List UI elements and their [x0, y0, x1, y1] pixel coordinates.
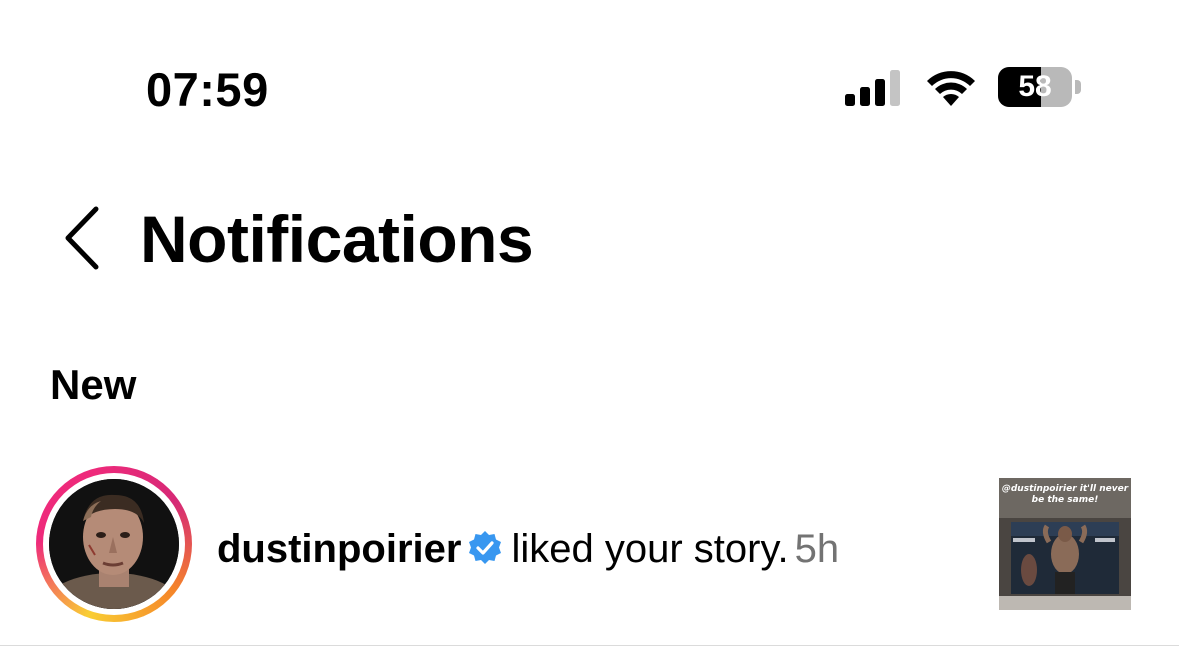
page-title: Notifications: [140, 202, 534, 276]
story-thumbnail[interactable]: @dustinpoirier it'll never be the same!: [999, 478, 1131, 610]
status-time: 07:59: [146, 63, 269, 116]
wifi-icon: [927, 71, 975, 106]
story-ring[interactable]: [36, 466, 192, 622]
cellular-signal-icon: [845, 70, 900, 106]
battery-tip: [1075, 80, 1081, 94]
notification-item[interactable]: dustinpoirier liked your story. 5h @dusti…: [0, 460, 1179, 630]
avatar[interactable]: [49, 479, 179, 609]
avatar-image: [49, 479, 179, 609]
battery-level: 58: [1018, 70, 1052, 103]
section-title-new: New: [50, 361, 137, 408]
battery-icon: 58: [998, 67, 1082, 107]
notification-username[interactable]: dustinpoirier: [217, 527, 461, 571]
story-thumbnail-caption: @dustinpoirier it'll never be the same!: [1001, 484, 1129, 505]
chevron-left-icon: [65, 206, 99, 270]
back-button[interactable]: [58, 205, 108, 271]
notification-time: 5h: [794, 527, 840, 571]
notification-text: dustinpoirier liked your story. 5h: [217, 524, 839, 574]
verified-badge-icon: [469, 531, 502, 564]
divider: [0, 645, 1179, 646]
notification-action: liked your story.: [511, 527, 789, 571]
